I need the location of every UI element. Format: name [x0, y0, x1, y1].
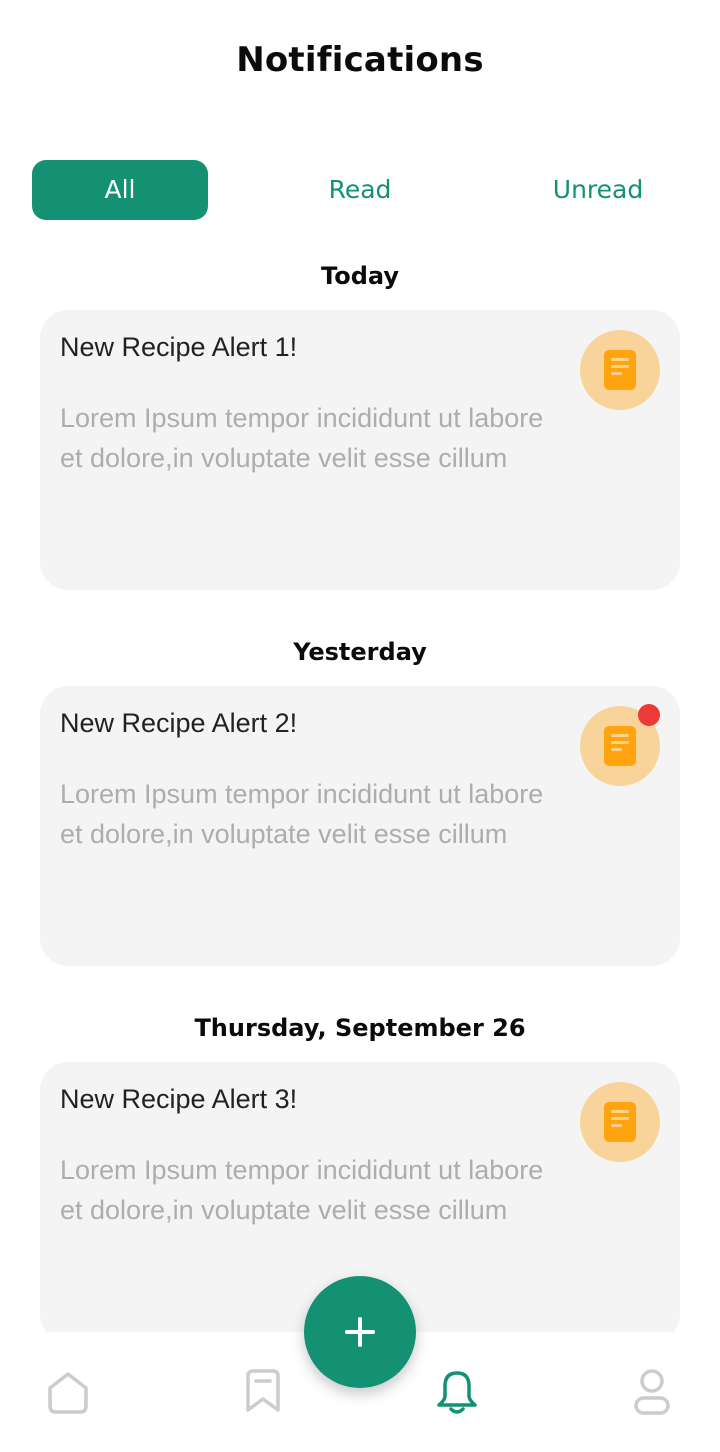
tab-read[interactable]: Read — [272, 160, 448, 220]
notification-title: New Recipe Alert 1! — [60, 332, 298, 362]
nav-profile[interactable] — [632, 1368, 672, 1420]
nav-saved[interactable] — [244, 1368, 282, 1418]
tab-unread[interactable]: Unread — [510, 160, 686, 220]
recipe-book-icon — [580, 704, 660, 786]
notification-title: New Recipe Alert 3! — [60, 1084, 298, 1114]
add-button[interactable] — [304, 1276, 416, 1388]
plus-icon — [345, 1317, 375, 1347]
unread-indicator-dot — [638, 704, 660, 726]
profile-icon — [634, 1369, 670, 1415]
tab-all[interactable]: All — [32, 160, 208, 220]
section-heading-yesterday: Yesterday — [293, 638, 427, 666]
nav-notifications[interactable] — [434, 1368, 480, 1420]
recipe-book-icon — [580, 1082, 660, 1162]
recipe-book-icon — [580, 330, 660, 410]
bookmark-icon — [246, 1369, 280, 1412]
notification-body: Lorem Ipsum tempor incididunt ut labore … — [60, 403, 544, 473]
notification-card[interactable]: New Recipe Alert 1! Lorem Ipsum tempor i… — [40, 310, 680, 590]
page-title: Notifications — [236, 40, 484, 80]
notification-body: Lorem Ipsum tempor incididunt ut labore … — [60, 1155, 544, 1225]
bell-icon — [437, 1371, 477, 1414]
filter-tabs: All Read Unread — [32, 160, 688, 220]
notification-title: New Recipe Alert 2! — [60, 708, 298, 738]
section-heading-today: Today — [321, 262, 399, 290]
section-heading-date: Thursday, September 26 — [194, 1014, 526, 1042]
nav-home[interactable] — [44, 1368, 92, 1420]
home-icon — [48, 1372, 88, 1414]
notification-body: Lorem Ipsum tempor incididunt ut labore … — [60, 779, 544, 849]
notification-card[interactable]: New Recipe Alert 2! Lorem Ipsum tempor i… — [40, 686, 680, 966]
